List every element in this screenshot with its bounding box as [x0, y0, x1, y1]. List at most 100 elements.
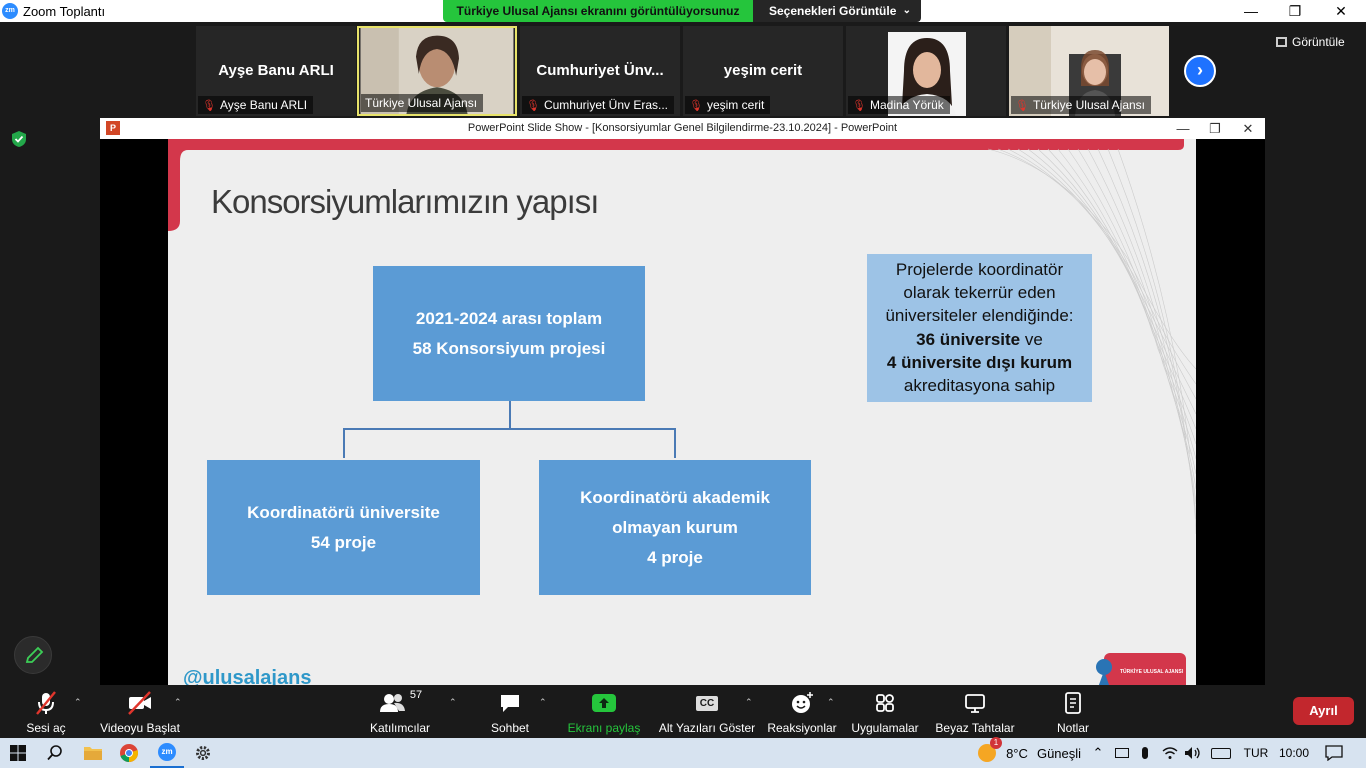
whiteboard-icon	[965, 694, 985, 713]
university-coordinator-box: Koordinatörü üniversite 54 proje	[207, 460, 480, 595]
participants-label: Katılımcılar	[369, 721, 430, 735]
captions-button[interactable]: CC Alt Yazıları Göster	[657, 688, 757, 741]
info-line: üniversiteler elendiğinde:	[885, 306, 1074, 326]
ppt-restore-button[interactable]: ❐	[1199, 118, 1231, 139]
whiteboards-label: Beyaz Tahtalar	[935, 721, 1015, 735]
view-options-label: Seçenekleri Görüntüle	[769, 4, 897, 18]
network-adapter-icon[interactable]	[1112, 738, 1132, 768]
search-button[interactable]	[38, 738, 72, 768]
total-projects-line2: 58 Konsorsiyum projesi	[412, 338, 606, 358]
participant-tile[interactable]: Cumhuriyet Ünv... 🎙︎ Cumhuriyet Ünv Eras.…	[520, 26, 680, 116]
non-academic-coordinator-box: Koordinatörü akademik olmayan kurum 4 pr…	[539, 460, 811, 595]
participants-icon	[379, 694, 405, 712]
leave-button[interactable]: Ayrıl	[1293, 697, 1354, 725]
participant-label: 🎙︎ yeşim cerit	[685, 96, 771, 114]
settings-taskbar-button[interactable]	[186, 738, 220, 768]
mic-muted-icon	[36, 691, 56, 715]
university-coordinator-line1: Koordinatörü üniversite	[247, 502, 440, 522]
reactions-options-caret[interactable]: ⌃	[827, 697, 835, 708]
zoom-logo-icon: zm	[2, 3, 18, 19]
input-language[interactable]: TUR	[1238, 738, 1274, 768]
ppt-minimize-button[interactable]: —	[1167, 118, 1199, 139]
audio-options-caret[interactable]: ⌃	[74, 697, 82, 708]
chat-button[interactable]: Sohbet	[484, 688, 536, 741]
share-screen-button[interactable]: Ekranı paylaş	[566, 688, 642, 741]
participant-tile[interactable]: 🎙︎ Madina Yörük	[846, 26, 1006, 116]
participant-tile[interactable]: yeşim cerit 🎙︎ yeşim cerit	[683, 26, 843, 116]
weather-condition: Güneşli	[1036, 745, 1082, 761]
keyboard-icon[interactable]	[1208, 738, 1234, 768]
captions-label: Alt Yazıları Göster	[658, 721, 756, 735]
ulusal-ajans-logo: TÜRKİYE ULUSAL AJANSI	[1090, 653, 1186, 685]
notes-label: Notlar	[1056, 721, 1089, 735]
start-video-button[interactable]: Videoyu Başlat	[96, 688, 184, 741]
chevron-up-icon[interactable]: ⌃	[1088, 738, 1108, 768]
notes-icon	[1065, 692, 1081, 714]
close-button[interactable]: ✕	[1318, 0, 1364, 22]
participant-name: Ayşe Banu ARLI	[219, 98, 308, 112]
info-line: Projelerde koordinatör	[895, 260, 1064, 279]
participant-tile[interactable]: 🎙︎ Türkiye Ulusal Ajansı	[1009, 26, 1169, 116]
non-academic-coordinator-line1: Koordinatörü akademik	[580, 487, 770, 507]
participant-tile-active[interactable]: Türkiye Ulusal Ajansı	[357, 26, 517, 116]
participant-name: yeşim cerit	[706, 98, 765, 112]
video-options-caret[interactable]: ⌃	[174, 697, 182, 708]
weather-widget[interactable]: 1	[974, 737, 1002, 768]
zoom-icon: zm	[158, 743, 176, 761]
view-options-button[interactable]: Seçenekleri Görüntüle ⌄	[753, 0, 921, 22]
share-screen-label: Ekranı paylaş	[567, 721, 641, 735]
participant-tile[interactable]: Ayşe Banu ARLI 🎙︎ Ayşe Banu ARLI	[196, 26, 356, 116]
gallery-view-label: Görüntüle	[1292, 35, 1345, 49]
reactions-button[interactable]: Reaksiyonlar	[766, 688, 838, 741]
pencil-icon	[25, 646, 44, 663]
participants-options-caret[interactable]: ⌃	[449, 697, 457, 708]
chat-icon	[501, 695, 519, 712]
slide-title: Konsorsiyumlarımızın yapısı	[211, 183, 599, 220]
apps-label: Uygulamalar	[851, 721, 919, 735]
apps-button[interactable]: Uygulamalar	[848, 688, 922, 741]
participant-label: 🎙︎ Türkiye Ulusal Ajansı	[1011, 96, 1152, 114]
notes-button[interactable]: Notlar	[1046, 688, 1100, 741]
participant-name: Madina Yörük	[869, 98, 944, 112]
participant-label: 🎙︎ Ayşe Banu ARLI	[198, 96, 314, 114]
zoom-taskbar-button[interactable]: zm	[150, 738, 184, 768]
minimize-button[interactable]: —	[1228, 0, 1274, 22]
maximize-button[interactable]: ❐	[1272, 0, 1318, 22]
file-explorer-taskbar-button[interactable]	[76, 738, 110, 768]
whiteboards-button[interactable]: Beyaz Tahtalar	[933, 688, 1017, 741]
captions-options-caret[interactable]: ⌃	[745, 697, 753, 708]
chat-options-caret[interactable]: ⌃	[539, 697, 547, 708]
start-video-label: Videoyu Başlat	[100, 721, 180, 735]
participant-display-name: Cumhuriyet Ünv...	[536, 62, 664, 79]
shield-icon[interactable]	[11, 130, 27, 148]
clock[interactable]: 10:00	[1276, 738, 1312, 768]
participants-button[interactable]: 57 Katılımcılar	[366, 688, 434, 741]
gallery-view-button[interactable]: Görüntüle	[1276, 31, 1360, 53]
chevron-right-icon: ›	[1197, 60, 1203, 80]
presentation-slide: Konsorsiyumlarımızın yapısı 2021-2024 ar…	[168, 139, 1196, 685]
share-screen-icon	[592, 694, 616, 712]
connector-line	[674, 428, 676, 458]
unmute-button[interactable]: Sesi aç	[18, 688, 74, 741]
wifi-signal-icon	[1162, 747, 1178, 759]
share-banner: Türkiye Ulusal Ajansı ekranını görüntülü…	[443, 0, 921, 22]
volume-icon[interactable]	[1182, 738, 1204, 768]
powerpoint-window: P PowerPoint Slide Show - [Konsorsiyumla…	[100, 118, 1265, 685]
next-page-button[interactable]: ›	[1184, 55, 1216, 87]
info-line: 4 üniversite dışı kurum	[867, 351, 1092, 374]
participant-name: Cumhuriyet Ünv Eras...	[543, 98, 669, 112]
app-title: Zoom Toplantı	[23, 4, 106, 19]
chrome-taskbar-button[interactable]	[112, 738, 146, 768]
connector-line	[509, 401, 511, 429]
captions-icon: CC	[695, 695, 719, 711]
info-line: akreditasyona sahip	[903, 376, 1056, 396]
start-button[interactable]	[0, 738, 36, 768]
grid-icon	[1276, 37, 1287, 47]
non-academic-coordinator-line2: olmayan kurum	[612, 517, 738, 537]
participant-display-name: yeşim cerit	[723, 62, 803, 79]
microphone-icon[interactable]	[1136, 738, 1154, 768]
wifi-icon[interactable]	[1160, 738, 1180, 768]
ppt-close-button[interactable]: ✕	[1232, 118, 1264, 139]
annotate-button[interactable]	[14, 636, 52, 674]
notifications-button[interactable]	[1320, 738, 1348, 768]
